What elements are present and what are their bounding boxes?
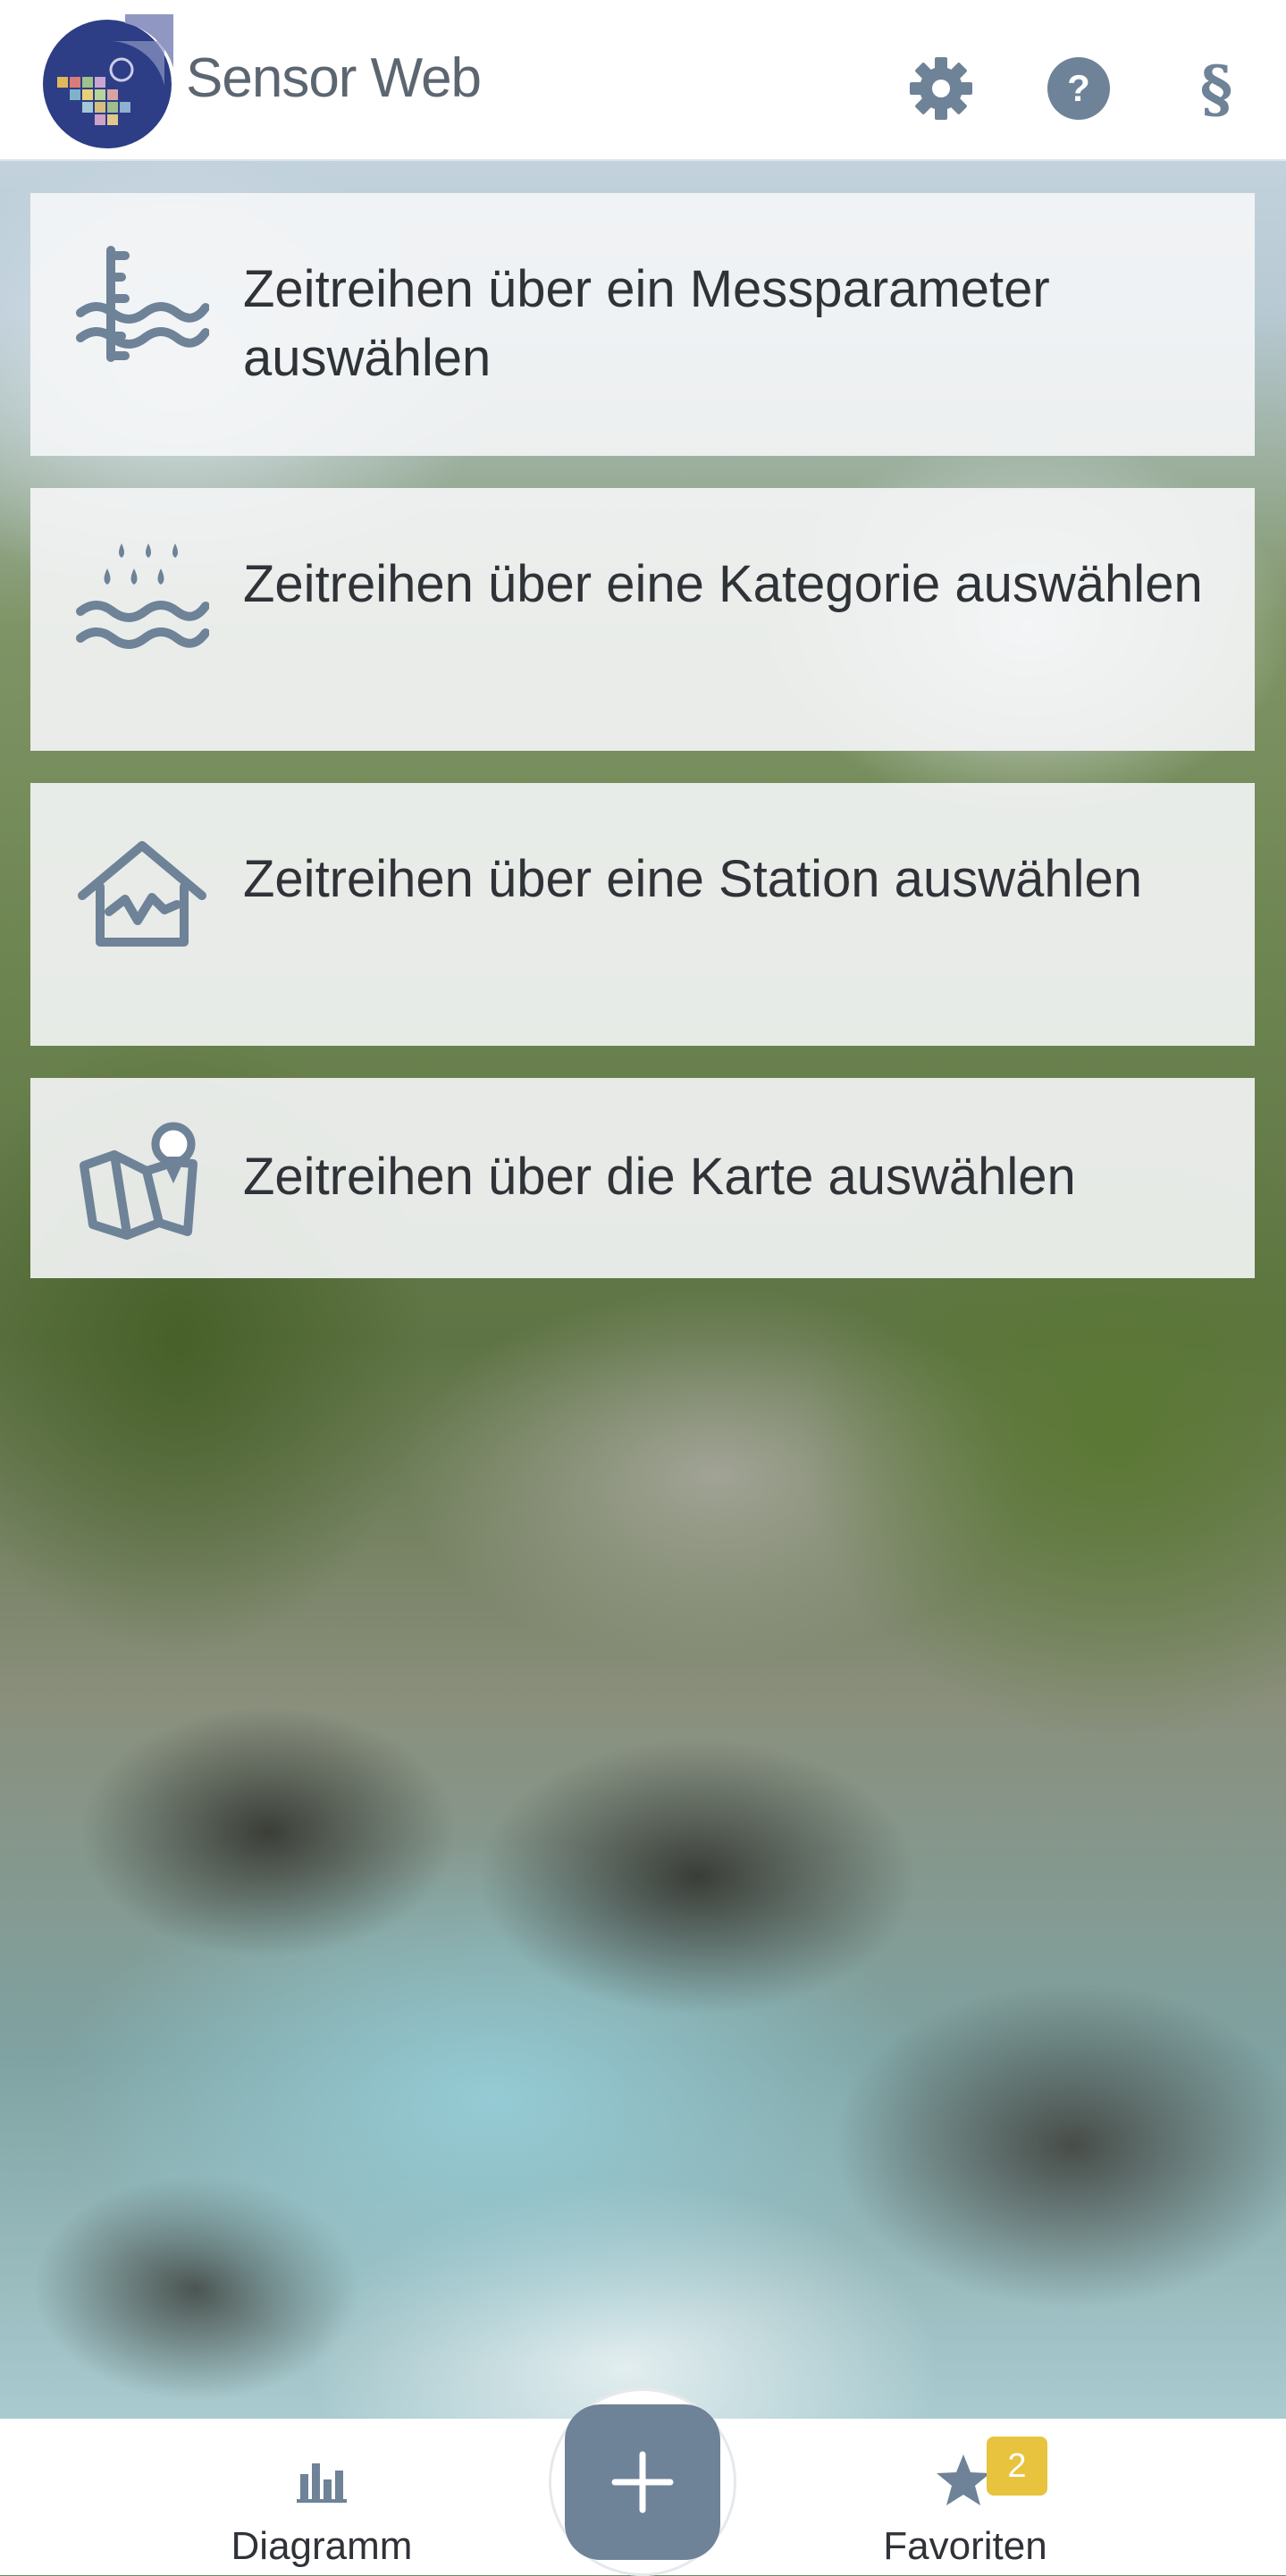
help-button[interactable]: ? (1046, 55, 1112, 122)
add-button[interactable] (565, 2404, 720, 2560)
menu-item-label: Zeitreihen über eine Station auswählen (243, 850, 1142, 908)
sensor-web-logo (43, 14, 173, 148)
menu-item-station[interactable]: Zeitreihen über eine Station auswählen (30, 783, 1255, 1046)
star-icon (937, 2454, 990, 2505)
tab-favorites-label: Favoriten (883, 2524, 1047, 2568)
menu-item-parameter[interactable]: Zeitreihen über ein Messparameter auswäh… (30, 193, 1255, 456)
settings-button[interactable] (908, 55, 974, 122)
gauge-water-icon (76, 246, 209, 362)
menu-item-category[interactable]: Zeitreihen über eine Kategorie auswählen (30, 488, 1255, 751)
gear-icon (910, 57, 972, 120)
favorites-count-badge: 2 (987, 2437, 1047, 2496)
menu-item-label: Zeitreihen über eine Kategorie auswählen (243, 555, 1203, 613)
menu-item-label: Zeitreihen über die Karte auswählen (243, 1148, 1076, 1206)
menu-item-label: Zeitreihen über ein Messparameter auswäh… (243, 260, 1050, 387)
tab-favorites[interactable]: Favoriten (840, 2419, 1090, 2575)
station-house-icon (78, 841, 206, 947)
tab-diagram[interactable]: Diagramm (197, 2419, 447, 2575)
bar-chart-icon (297, 2463, 347, 2503)
legal-button[interactable]: § (1183, 52, 1249, 126)
tab-diagram-label: Diagramm (231, 2524, 413, 2568)
legal-icon: § (1199, 51, 1233, 126)
menu-item-map[interactable]: Zeitreihen über die Karte auswählen (30, 1078, 1255, 1278)
brand-title: Sensor Web (186, 47, 482, 109)
help-icon: ? (1047, 57, 1110, 120)
map-pin-icon (80, 1122, 198, 1240)
app-header: Sensor Web ? § (0, 0, 1286, 161)
rain-water-icon (76, 543, 209, 649)
plus-icon (611, 2451, 674, 2513)
